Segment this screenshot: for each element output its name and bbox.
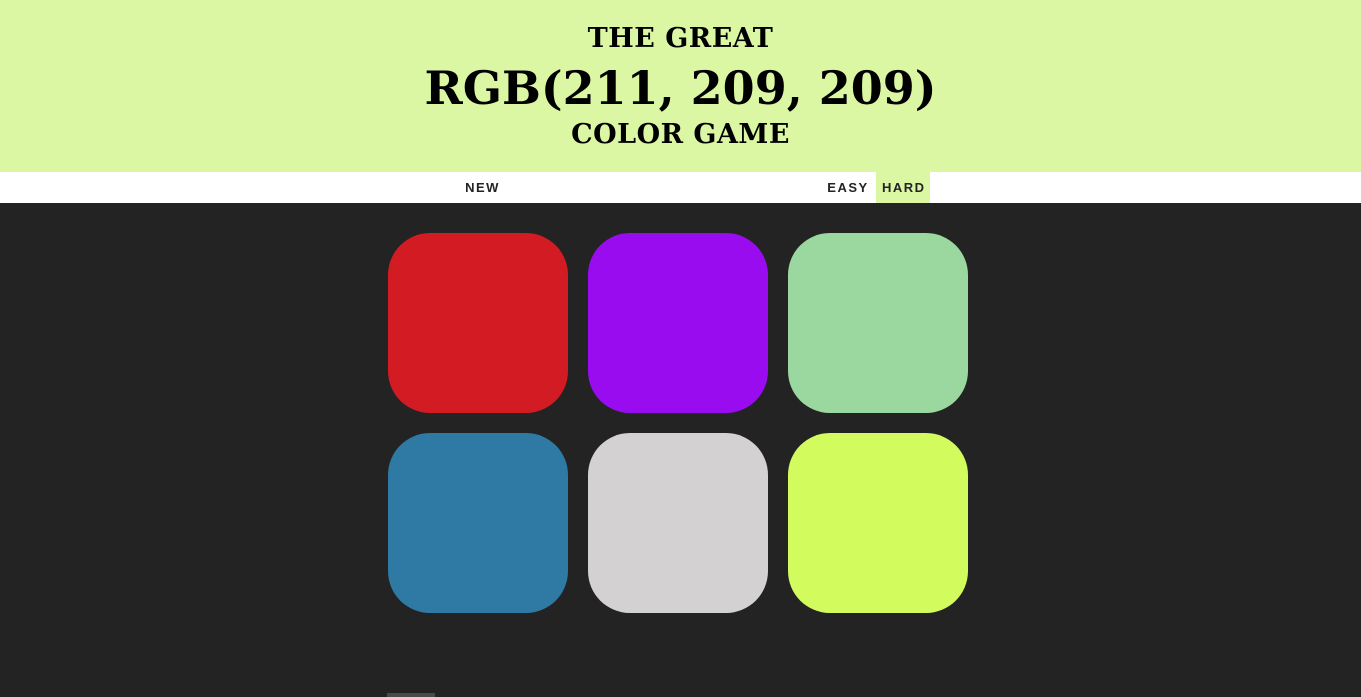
hard-mode-button[interactable]: HARD xyxy=(876,172,930,203)
color-square[interactable] xyxy=(788,233,968,413)
color-board xyxy=(0,203,1361,697)
game-header: THE GREAT RGB(211, 209, 209) COLOR GAME xyxy=(0,0,1361,172)
control-stripe: NEW COLORS EASY HARD xyxy=(0,172,1361,226)
scroll-indicator xyxy=(387,693,435,697)
color-square[interactable] xyxy=(588,433,768,613)
color-square[interactable] xyxy=(388,433,568,613)
target-color-display: RGB(211, 209, 209) xyxy=(424,61,937,115)
title-line-3: COLOR GAME xyxy=(571,119,790,150)
color-square[interactable] xyxy=(788,433,968,613)
easy-mode-button[interactable]: EASY xyxy=(820,172,876,203)
color-square[interactable] xyxy=(588,233,768,413)
title-line-1: THE GREAT xyxy=(587,23,774,54)
new-colors-button[interactable]: NEW COLORS xyxy=(426,172,539,226)
color-square[interactable] xyxy=(388,233,568,413)
